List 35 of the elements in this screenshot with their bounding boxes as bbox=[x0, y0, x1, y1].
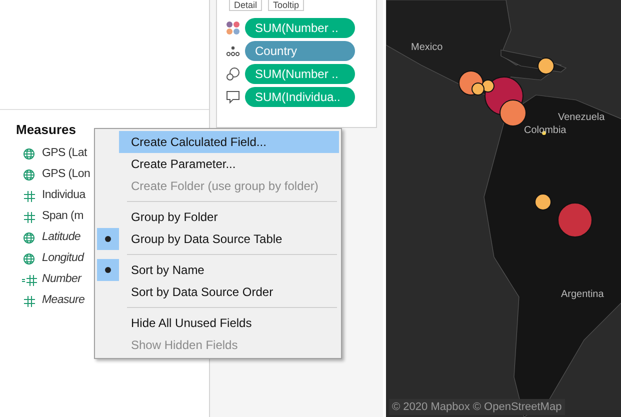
menu-item[interactable]: Hide All Unused Fields bbox=[119, 312, 339, 334]
map-attribution: © 2020 Mapbox © OpenStreetMap bbox=[389, 398, 565, 415]
field-item[interactable]: Individua bbox=[42, 187, 86, 205]
field-item[interactable]: GPS (Lat bbox=[42, 145, 87, 163]
menu-item[interactable]: Create Calculated Field... bbox=[119, 131, 339, 153]
field-item[interactable]: Measure bbox=[42, 292, 85, 310]
globe-icon bbox=[23, 232, 35, 244]
field-item[interactable]: Longitud bbox=[42, 250, 84, 268]
menu-item[interactable]: Sort by Data Source Order bbox=[119, 281, 339, 303]
hash-icon bbox=[24, 212, 34, 222]
globe-icon bbox=[23, 148, 35, 160]
globe-icon bbox=[23, 169, 35, 181]
map-label: Colombia bbox=[524, 124, 566, 138]
color-dots-icon bbox=[226, 21, 240, 35]
field-item[interactable]: Latitude bbox=[42, 229, 81, 247]
map-label: Venezuela bbox=[558, 111, 605, 125]
globe-icon bbox=[23, 253, 35, 265]
hash-icon bbox=[24, 296, 34, 306]
dots-icon bbox=[226, 45, 240, 57]
menu-item[interactable]: Create Parameter... bbox=[119, 153, 339, 175]
map-label: Argentina bbox=[561, 288, 604, 302]
field-item[interactable]: GPS (Lon bbox=[42, 166, 90, 184]
field-item[interactable]: Span (m bbox=[42, 208, 84, 226]
map-label: Mexico bbox=[411, 41, 443, 55]
calculated-hash-icon bbox=[22, 274, 36, 286]
section-title: Measures bbox=[16, 121, 77, 139]
field-item[interactable]: Number bbox=[42, 271, 82, 289]
menu-item[interactable]: Group by Folder bbox=[119, 206, 339, 228]
mark-property-button[interactable]: Tooltip bbox=[268, 0, 304, 11]
mark-property-button[interactable]: Detail bbox=[229, 0, 262, 11]
hash-icon bbox=[24, 190, 34, 202]
menu-item[interactable]: Sort by Name bbox=[119, 259, 339, 281]
menu-item[interactable]: Group by Data Source Table bbox=[119, 228, 339, 250]
speech-bubble-icon bbox=[226, 90, 240, 104]
size-circles-icon bbox=[226, 67, 240, 81]
